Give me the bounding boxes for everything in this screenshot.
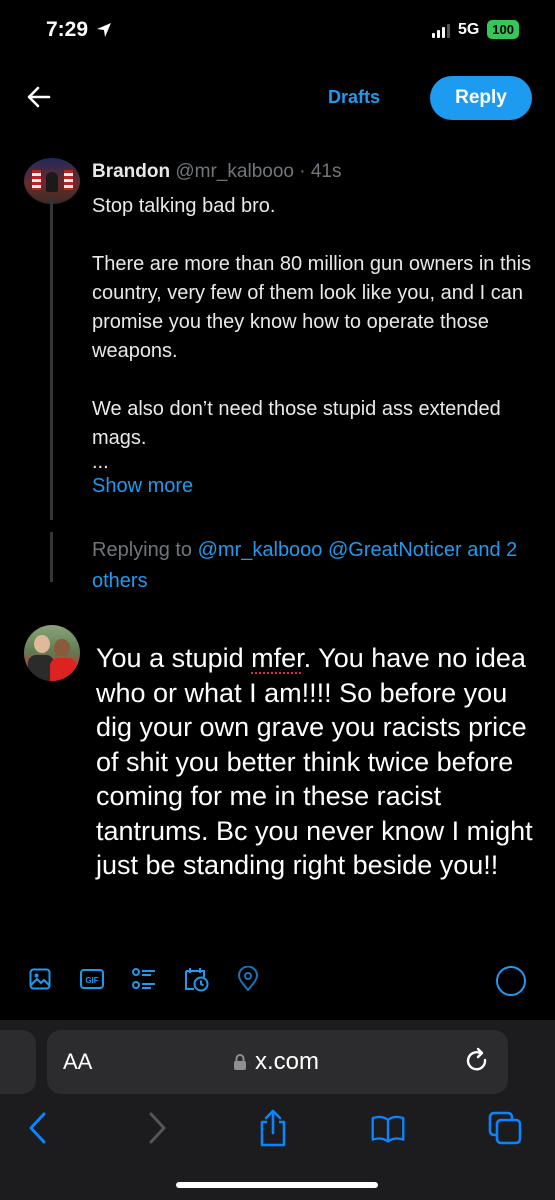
share-button[interactable] (255, 1108, 291, 1148)
compose-textarea[interactable]: You a stupid mfer. You have no idea who … (96, 641, 536, 883)
url-text: x.com (255, 1048, 320, 1075)
svg-text:GIF: GIF (85, 976, 98, 985)
tweet-paragraph: Stop talking bad bro. (92, 195, 276, 217)
thread-line (50, 198, 53, 520)
compose-text-before: You a stupid (96, 643, 252, 673)
mention-link[interactable]: @GreatNoticer (328, 539, 462, 561)
compose-header: Drafts Reply (0, 70, 555, 128)
author-name[interactable]: Brandon (92, 161, 170, 182)
tabs-icon (488, 1111, 522, 1145)
status-time-text: 7:29 (46, 18, 89, 41)
status-bar: 7:29 5G 100 (0, 0, 555, 60)
character-count-ring (496, 966, 526, 996)
thread-line (50, 532, 53, 582)
text-size-button[interactable]: AA (63, 1049, 92, 1075)
compose-text-after: . You have no idea who or what I am!!!! … (96, 643, 533, 880)
schedule-icon[interactable] (181, 963, 211, 995)
reply-button[interactable]: Reply (430, 76, 532, 120)
misspelled-word[interactable]: mfer (251, 643, 304, 673)
reload-button[interactable] (462, 1046, 492, 1076)
drafts-button[interactable]: Drafts (328, 87, 380, 108)
location-arrow-icon (97, 23, 112, 37)
status-indicators: 5G 100 (431, 20, 519, 39)
book-icon (371, 1115, 405, 1143)
network-label: 5G (457, 20, 480, 38)
separator-dot: · (299, 161, 306, 182)
signal-icon (431, 22, 450, 38)
poll-icon[interactable] (129, 963, 159, 995)
share-icon (260, 1109, 286, 1147)
back-button[interactable] (24, 82, 54, 112)
tabs-button[interactable] (487, 1108, 523, 1148)
browser-forward-button[interactable] (139, 1108, 175, 1148)
back-arrow-icon (27, 86, 51, 108)
battery-indicator: 100 (487, 20, 519, 39)
chevron-right-icon (149, 1112, 166, 1144)
previous-tab-peek[interactable] (0, 1030, 36, 1094)
home-indicator (176, 1182, 378, 1188)
show-more-link[interactable]: Show more (92, 475, 193, 498)
tweet-paragraph: There are more than 80 million gun owner… (92, 253, 532, 362)
replying-to: Replying to @mr_kalbooo @GreatNoticer an… (92, 535, 532, 597)
browser-nav (0, 1104, 555, 1154)
tweet-paragraph: We also don’t need those stupid ass exte… (92, 398, 501, 449)
lock-icon (234, 1054, 246, 1070)
tweet-text: Stop talking bad bro. There are more tha… (92, 192, 537, 453)
truncation-ellipsis: ... (92, 451, 109, 473)
user-avatar[interactable] (24, 625, 80, 681)
replying-prefix: Replying to (92, 539, 193, 561)
compose-toolbar: GIF (0, 963, 555, 999)
author-handle[interactable]: @mr_kalbooo (175, 161, 294, 182)
status-time: 7:29 (46, 18, 112, 42)
bookmarks-button[interactable] (370, 1108, 406, 1148)
reload-icon (466, 1047, 487, 1071)
chevron-left-icon (29, 1112, 46, 1144)
url-display[interactable]: x.com (233, 1048, 319, 1076)
browser-back-button[interactable] (20, 1108, 56, 1148)
mention-link[interactable]: @mr_kalbooo (198, 539, 323, 561)
gif-icon[interactable]: GIF (77, 963, 107, 995)
location-icon[interactable] (233, 963, 263, 995)
image-icon[interactable] (25, 963, 55, 995)
address-bar[interactable]: AA x.com (47, 1030, 508, 1094)
tweet-time: 41s (310, 161, 342, 182)
tweet-header: Brandon @mr_kalbooo · 41s (92, 161, 342, 183)
